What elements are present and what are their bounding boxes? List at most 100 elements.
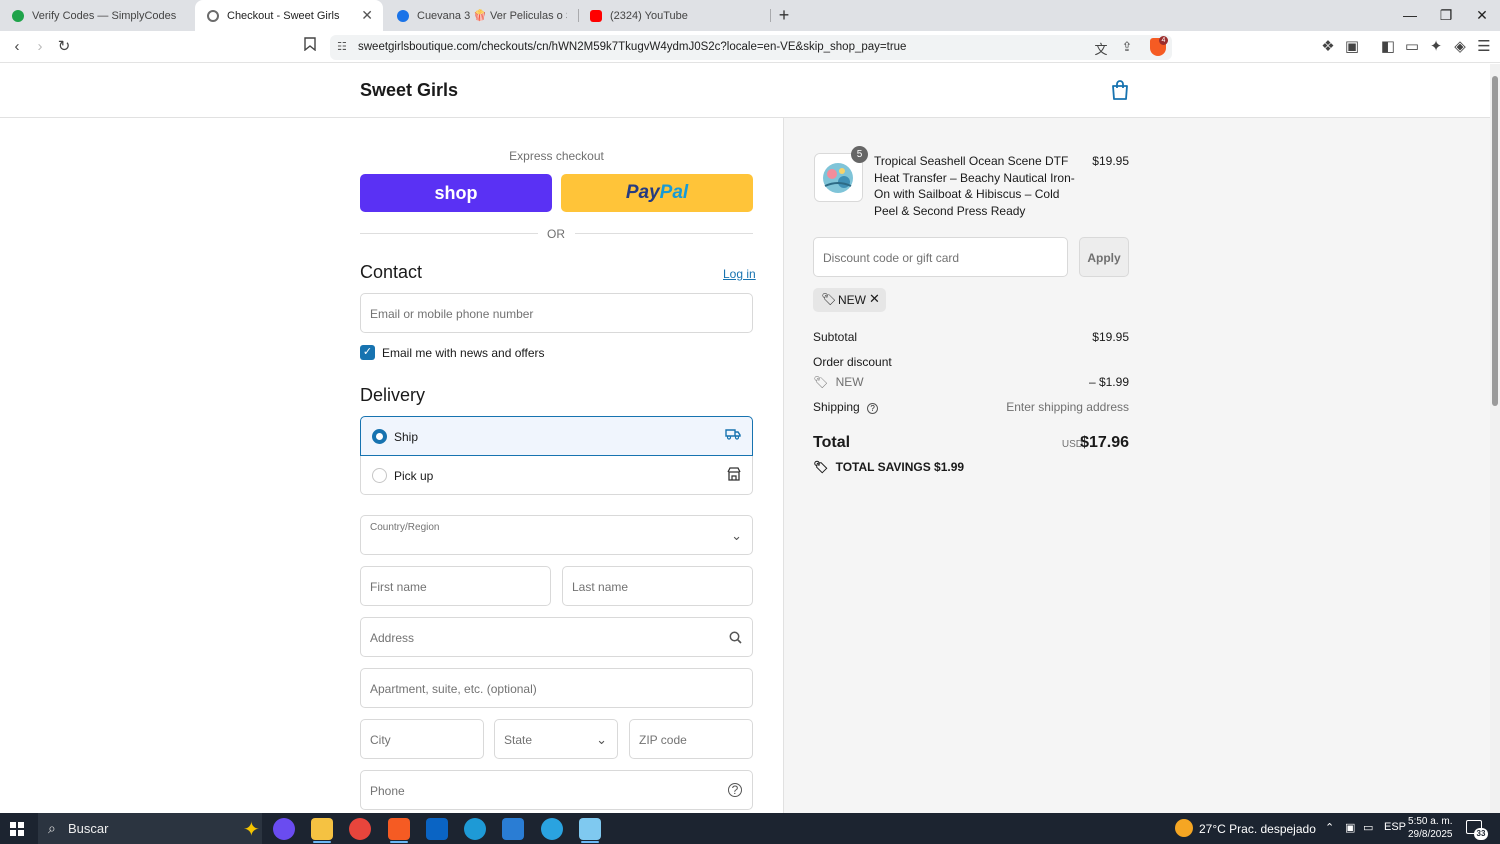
login-link[interactable]: Log in [723,267,756,281]
first-name-field[interactable]: First name [360,566,551,606]
delivery-heading: Delivery [360,385,426,405]
shop-name[interactable]: Sweet Girls [360,80,458,101]
last-name-field[interactable]: Last name [562,566,753,606]
pickup-option[interactable]: Pick up [360,456,753,495]
share-icon[interactable]: ⇪ [1118,39,1136,55]
taskbar-search[interactable]: ⌕ Buscar ✦ [38,813,262,844]
help-icon[interactable]: ? [728,783,742,797]
tab-cuevana[interactable]: Cuevana 3 🍿 Ver Peliculas o Series G [385,0,577,31]
taskbar-clock[interactable]: 5:50 a. m. 29/8/2025 [1408,815,1453,841]
minimize-button[interactable]: — [1395,4,1425,26]
discount-code-label: NEW [835,375,864,389]
state-select[interactable]: State ⌄ [494,719,618,759]
leo-ai-icon[interactable]: ✦ [1426,37,1446,57]
discount-placeholder: Discount code or gift card [823,251,960,265]
tag-icon: 🏷︎ [813,460,829,474]
chevron-up-icon[interactable]: ⌃ [1325,821,1334,834]
screenshot-icon[interactable]: ▣ [1342,37,1362,57]
weather-text[interactable]: 27°C Prac. despejado [1199,822,1316,836]
shipping-value: Enter shipping address [1006,400,1129,414]
scrollbar-thumb[interactable] [1492,76,1498,406]
shop-pay-button[interactable]: shop [360,174,552,212]
tab-title: Cuevana 3 🍿 Ver Peliculas o Series G [417,10,567,22]
news-checkbox-label[interactable]: Email me with news and offers [382,346,545,360]
tab-checkout[interactable]: Checkout - Sweet Girls ✕ [195,0,383,31]
subtotal-row: Subtotal $19.95 [813,330,1129,344]
tab-verify-codes[interactable]: Verify Codes — SimplyCodes [0,0,192,31]
close-window-button[interactable]: ✕ [1467,4,1497,26]
paypal-label-part: Pal [659,182,689,203]
email-field[interactable]: Email or mobile phone number [360,293,753,333]
bookmark-icon[interactable] [300,37,320,57]
close-tab-icon[interactable]: ✕ [361,7,373,24]
vpn-icon[interactable]: ◈ [1450,37,1470,57]
restore-button[interactable]: ❐ [1431,4,1461,26]
forward-icon[interactable]: › [30,37,50,57]
outlook-icon[interactable] [426,818,448,840]
shopping-bag-icon[interactable] [1111,80,1129,100]
language-indicator[interactable]: ESP [1384,821,1406,833]
total-label: Total [813,434,851,451]
address-bar[interactable]: ☷ sweetgirlsboutique.com/checkouts/cn/hW… [330,35,1172,60]
apartment-field[interactable]: Apartment, suite, etc. (optional) [360,668,753,708]
order-discount-row: Order discount [813,355,1129,369]
phone-field[interactable]: Phone ? [360,770,753,810]
reload-icon[interactable]: ↻ [54,37,74,57]
extensions-icon[interactable]: ❖ [1318,37,1338,57]
city-field[interactable]: City [360,719,484,759]
meet-icon[interactable]: ▣ [1345,821,1355,834]
apply-button[interactable]: Apply [1079,237,1129,277]
applied-discount-chip: 🏷︎ NEW ✕ [813,288,886,312]
new-tab-button[interactable]: + [774,5,794,26]
discount-value: – $1.99 [1088,375,1129,389]
chevron-down-icon: ⌄ [596,732,607,747]
translate-icon[interactable]: 文 [1092,39,1110,58]
edge-icon[interactable] [464,818,486,840]
store-icon [727,467,741,481]
news-checkbox[interactable]: ✓ [360,345,375,360]
notepad-icon[interactable] [579,818,601,840]
paypal-label-part: Pay [625,182,660,203]
copilot-sparkle-icon: ✦ [243,819,260,841]
chrome-icon[interactable] [349,818,371,840]
url-text[interactable]: sweetgirlsboutique.com/checkouts/cn/hWN2… [358,41,906,53]
paypal-button[interactable]: PayPal [561,174,753,212]
help-icon[interactable]: ? [867,403,879,414]
or-divider-label: OR [547,227,565,241]
zip-field[interactable]: ZIP code [629,719,753,759]
tab-youtube[interactable]: (2324) YouTube [578,0,770,31]
zip-placeholder: ZIP code [639,733,687,747]
windows-start-icon[interactable] [10,822,24,836]
menu-icon[interactable]: ☰ [1474,37,1494,57]
email-placeholder: Email or mobile phone number [370,307,534,321]
site-info-icon[interactable]: ☷ [337,40,347,53]
ship-radio[interactable] [372,429,387,444]
order-discount-label: Order discount [813,355,892,369]
remove-discount-icon[interactable]: ✕ [869,291,880,307]
checkout-page: Sweet Girls Express checkout shop PayPal… [0,64,1490,813]
wallet-icon[interactable]: ▭ [1402,37,1422,57]
telegram-icon[interactable] [541,818,563,840]
quantity-badge: 5 [851,146,868,163]
copilot-app-icon[interactable] [273,818,295,840]
network-icon[interactable]: ▭ [1363,821,1373,834]
discount-code-input[interactable]: Discount code or gift card [813,237,1068,277]
youtube-favicon-icon [590,9,602,22]
pickup-radio[interactable] [372,468,387,483]
brave-icon[interactable] [388,818,410,840]
back-icon[interactable]: ‹ [7,37,27,57]
applied-code: NEW [838,293,866,307]
total-amount: $17.96 [1080,434,1129,451]
tag-icon: 🏷︎ [813,375,829,389]
sidebar-icon[interactable]: ◧ [1378,37,1398,57]
weather-icon[interactable] [1175,819,1193,837]
store-icon[interactable] [502,818,524,840]
country-select[interactable]: Country/Region ⌄ [360,515,753,555]
file-explorer-icon[interactable] [311,818,333,840]
address-field[interactable]: Address [360,617,753,657]
tab-title: Checkout - Sweet Girls [227,9,340,22]
globe-favicon-icon [207,9,219,22]
page-scrollbar[interactable] [1490,64,1500,813]
ship-option[interactable]: Ship [360,416,753,456]
subtotal-label: Subtotal [813,330,858,344]
